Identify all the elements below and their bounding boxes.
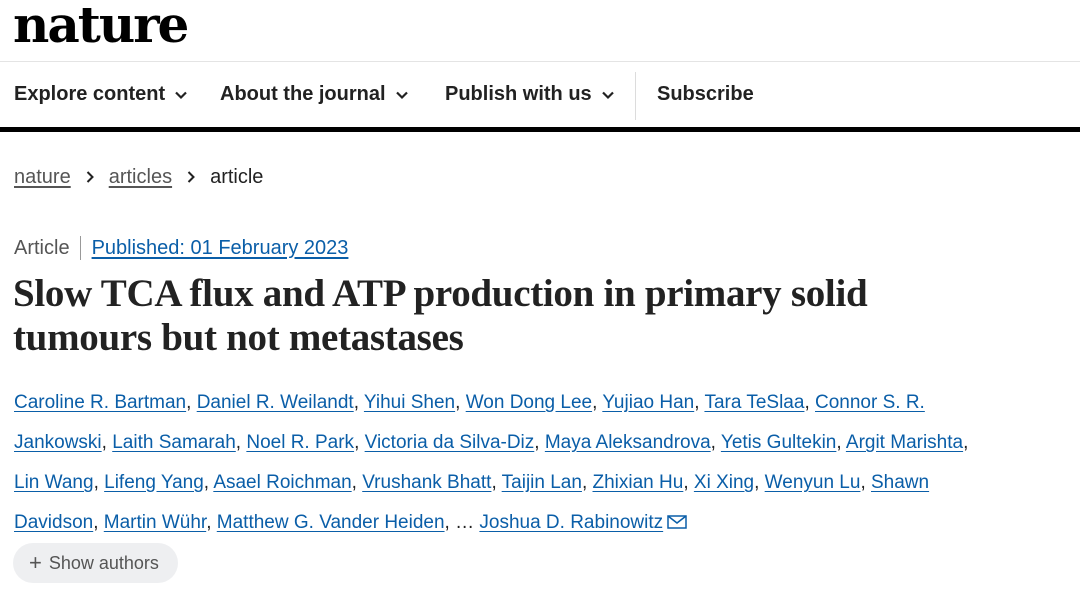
chevron-right-icon — [185, 170, 197, 184]
nav-publish-with-us[interactable]: Publish with us — [445, 62, 615, 127]
author-link[interactable]: Laith Samarah — [112, 432, 236, 453]
author-ellipsis: … — [455, 512, 475, 533]
nav-subscribe[interactable]: Subscribe — [657, 62, 754, 127]
plus-icon: + — [29, 550, 42, 575]
author-link[interactable]: Noel R. Park — [246, 432, 354, 453]
chevron-right-icon — [84, 170, 96, 184]
author-link[interactable]: Yihui Shen — [364, 392, 455, 413]
author-link[interactable]: Victoria da Silva-Diz — [365, 432, 535, 453]
author-link[interactable]: Caroline R. Bartman — [14, 392, 186, 413]
author-link[interactable]: Maya Aleksandrova — [545, 432, 711, 453]
nav-label: Subscribe — [657, 83, 754, 105]
article-type: Article — [14, 236, 70, 259]
author-link[interactable]: Yujiao Han — [602, 392, 694, 413]
show-authors-label: Show authors — [48, 552, 159, 573]
nav-explore-content[interactable]: Explore content — [14, 62, 188, 127]
author-link[interactable]: Vrushank Bhatt — [362, 472, 491, 493]
nature-logo[interactable]: nature — [13, 0, 189, 54]
show-authors-button[interactable]: + Show authors — [13, 543, 178, 583]
chevron-down-icon — [601, 88, 615, 102]
article-title: Slow TCA flux and ATP production in prim… — [13, 272, 868, 359]
author-link[interactable]: Zhixian Hu — [593, 472, 684, 493]
author-link[interactable]: Daniel R. Weilandt — [197, 392, 354, 413]
author-link[interactable]: Xi Xing — [694, 472, 754, 493]
author-link[interactable]: Asael Roichman — [213, 472, 351, 493]
author-link[interactable]: Martin Wühr — [104, 512, 206, 533]
author-link[interactable]: Won Dong Lee — [466, 392, 592, 413]
published-date-link[interactable]: Published: 01 February 2023 — [92, 237, 349, 260]
nav-about-journal[interactable]: About the journal — [220, 62, 409, 127]
nav-divider — [635, 72, 636, 120]
mail-icon[interactable] — [667, 504, 687, 529]
author-link[interactable]: Lifeng Yang — [104, 472, 204, 493]
breadcrumb: nature articles article — [14, 164, 263, 190]
main-nav: Explore content About the journal Publis… — [0, 62, 1080, 132]
nav-label: Publish with us — [445, 83, 592, 105]
corresponding-author-link[interactable]: Joshua D. Rabinowitz — [479, 512, 663, 533]
chevron-down-icon — [174, 88, 188, 102]
author-link[interactable]: Wenyun Lu — [765, 472, 861, 493]
nav-label: About the journal — [220, 83, 386, 105]
author-link[interactable]: Taijin Lan — [502, 472, 582, 493]
nav-label: Explore content — [14, 83, 166, 105]
breadcrumb-current: article — [210, 165, 264, 188]
logo-bar: nature — [0, 0, 1080, 62]
chevron-down-icon — [395, 88, 409, 102]
author-link[interactable]: Argit Marishta — [846, 432, 963, 453]
author-link[interactable]: Lin Wang — [14, 472, 94, 493]
article-meta: Article Published: 01 February 2023 — [14, 235, 348, 261]
author-link[interactable]: Tara TeSlaa — [704, 392, 804, 413]
breadcrumb-link-nature[interactable]: nature — [14, 166, 71, 189]
breadcrumb-link-articles[interactable]: articles — [109, 166, 172, 189]
author-link[interactable]: Yetis Gultekin — [721, 432, 836, 453]
author-link[interactable]: Matthew G. Vander Heiden — [217, 512, 445, 533]
meta-divider — [79, 236, 81, 260]
author-list: Caroline R. Bartman, Daniel R. Weilandt,… — [14, 392, 969, 533]
